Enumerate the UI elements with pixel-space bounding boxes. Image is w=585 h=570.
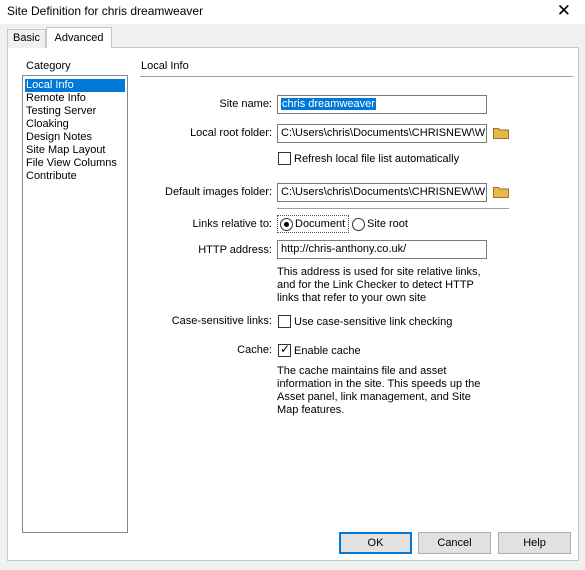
http-address-input[interactable]: http://chris-anthony.co.uk/ bbox=[277, 240, 487, 259]
category-list[interactable]: Local Info Remote Info Testing Server Cl… bbox=[22, 75, 128, 533]
category-item-local-info[interactable]: Local Info bbox=[25, 79, 125, 92]
cancel-button[interactable]: Cancel bbox=[418, 532, 491, 554]
document-radio[interactable] bbox=[280, 218, 293, 231]
default-images-label: Default images folder: bbox=[165, 186, 272, 198]
site-name-label: Site name: bbox=[219, 98, 272, 110]
http-address-label: HTTP address: bbox=[198, 244, 272, 256]
cache-note: The cache maintains file and asset infor… bbox=[277, 365, 481, 416]
site-root-radio-label: Site root bbox=[367, 218, 408, 230]
category-item-site-map-layout[interactable]: Site Map Layout bbox=[25, 144, 125, 157]
category-item-cloaking[interactable]: Cloaking bbox=[25, 118, 125, 131]
category-item-file-view-columns[interactable]: File View Columns bbox=[25, 157, 125, 170]
section-title: Local Info bbox=[141, 60, 189, 72]
category-item-remote-info[interactable]: Remote Info bbox=[25, 92, 125, 105]
local-root-input[interactable]: C:\Users\chris\Documents\CHRISNEW\WE bbox=[277, 124, 487, 143]
cache-label: Cache: bbox=[237, 344, 272, 356]
http-address-note: This address is used for site relative l… bbox=[277, 266, 481, 304]
site-root-radio[interactable] bbox=[352, 218, 365, 231]
category-item-testing-server[interactable]: Testing Server bbox=[25, 105, 125, 118]
site-name-input[interactable]: chris dreamweaver bbox=[277, 95, 487, 114]
category-item-design-notes[interactable]: Design Notes bbox=[25, 131, 125, 144]
tab-basic[interactable]: Basic bbox=[7, 29, 46, 48]
category-label: Category bbox=[26, 60, 71, 72]
folder-icon[interactable] bbox=[493, 127, 509, 139]
help-button[interactable]: Help bbox=[498, 532, 571, 554]
category-item-contribute[interactable]: Contribute bbox=[25, 170, 125, 183]
cache-checkbox-label: Enable cache bbox=[294, 345, 361, 357]
links-relative-label: Links relative to: bbox=[192, 218, 272, 230]
site-name-value: chris dreamweaver bbox=[281, 98, 376, 110]
document-radio-label: Document bbox=[295, 218, 346, 230]
folder-icon[interactable] bbox=[493, 186, 509, 198]
close-icon[interactable]: ✕ bbox=[557, 1, 571, 21]
window-title: Site Definition for chris dreamweaver bbox=[7, 4, 204, 18]
refresh-label: Refresh local file list automatically bbox=[294, 153, 460, 165]
title-bar: Site Definition for chris dreamweaver ✕ bbox=[0, 0, 585, 24]
refresh-checkbox[interactable] bbox=[278, 152, 291, 165]
section-divider bbox=[140, 76, 573, 77]
divider bbox=[277, 208, 509, 209]
tab-advanced[interactable]: Advanced bbox=[46, 27, 112, 48]
case-sensitive-checkbox[interactable] bbox=[278, 315, 291, 328]
checkmark-icon: ✓ bbox=[280, 342, 291, 356]
case-sensitive-checkbox-label: Use case-sensitive link checking bbox=[294, 316, 453, 328]
ok-button[interactable]: OK bbox=[339, 532, 412, 554]
cache-checkbox[interactable]: ✓ bbox=[278, 342, 291, 357]
default-images-input[interactable]: C:\Users\chris\Documents\CHRISNEW\WE bbox=[277, 183, 487, 202]
case-sensitive-label: Case-sensitive links: bbox=[171, 315, 272, 327]
radio-dot bbox=[284, 222, 289, 227]
local-root-label: Local root folder: bbox=[190, 127, 272, 139]
